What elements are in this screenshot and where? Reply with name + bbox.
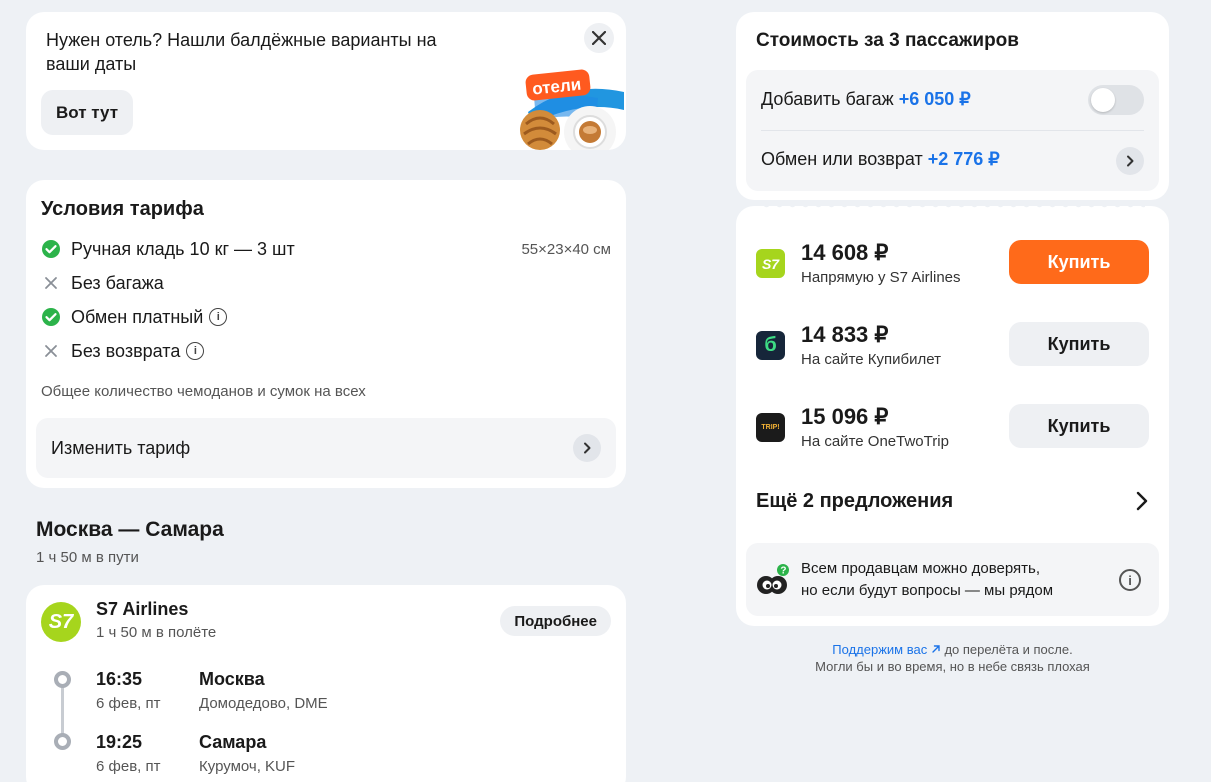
support-link[interactable]: Поддержим вас <box>832 642 941 657</box>
feature-label: Ручная кладь 10 кг — 3 шт <box>71 238 295 259</box>
trust-line-2: но если будут вопросы — мы рядом <box>801 582 1054 599</box>
arrival-city: Самара <box>199 732 267 752</box>
change-tariff-button[interactable]: Изменить тариф <box>36 418 616 478</box>
baggage-price: +6 050 ₽ <box>898 89 971 109</box>
arrival-date: 6 фев, пт <box>96 758 161 775</box>
chevron-right-icon <box>573 434 601 462</box>
onetwotrip-seller-logo: TRIP! <box>756 413 785 442</box>
tariff-title: Условия тарифа <box>41 198 204 220</box>
exchange-refund-row[interactable]: Обмен или возврат +2 776 ₽ <box>761 149 1000 170</box>
departure-date: 6 фев, пт <box>96 695 161 712</box>
hotel-promo-illustration: отели <box>520 69 624 150</box>
tariff-note: Общее количество чемоданов и сумок на вс… <box>41 383 366 400</box>
departure-airport: Домодедово, DME <box>199 695 328 712</box>
arrival-time: 19:25 <box>96 732 143 752</box>
info-icon[interactable]: i <box>186 342 205 360</box>
route-title: Москва — Самара <box>36 518 224 541</box>
exchange-price: +2 776 ₽ <box>927 149 1000 169</box>
cost-card: Стоимость за 3 пассажиров Добавить багаж… <box>736 12 1169 200</box>
kupibilet-seller-logo: б <box>756 331 785 360</box>
buy-button-s7[interactable]: Купить <box>1009 240 1149 284</box>
tariff-card: Условия тарифа Ручная кладь 10 кг — 3 шт… <box>26 180 626 488</box>
exchange-label: Обмен или возврат <box>761 149 923 169</box>
offer-price: 15 096 ₽ <box>801 404 889 429</box>
divider <box>761 130 1144 131</box>
cross-icon <box>41 273 61 293</box>
ticket-perforation <box>760 200 1145 208</box>
info-icon[interactable]: i <box>209 308 228 326</box>
promo-text: Нужен отель? Нашли балдёжные варианты на… <box>46 30 437 74</box>
buy-button-kupibilet[interactable]: Купить <box>1009 322 1149 366</box>
feature-label: Без багажа <box>71 272 164 293</box>
trust-line-1: Всем продавцам можно доверять, <box>801 560 1040 577</box>
feature-refund: Без возврата i <box>41 339 611 363</box>
cross-icon <box>41 341 61 361</box>
details-button[interactable]: Подробнее <box>500 606 611 636</box>
offer-price: 14 608 ₽ <box>801 240 889 265</box>
departure-city: Москва <box>199 669 265 689</box>
chevron-right-icon <box>1136 491 1148 511</box>
svg-text:?: ? <box>780 566 786 577</box>
trust-text: Всем продавцам можно доверять, но если б… <box>801 558 1053 602</box>
close-promo-button[interactable] <box>584 23 614 53</box>
offer-seller: На сайте Купибилет <box>801 351 941 368</box>
departure-time: 16:35 <box>96 669 143 689</box>
support-line-1-rest: до перелёта и после. <box>940 642 1073 657</box>
chevron-right-icon <box>1127 155 1134 167</box>
support-line-2: Могли бы и во время, но в небе связь пло… <box>815 659 1090 674</box>
change-tariff-label: Изменить тариф <box>51 437 191 458</box>
add-baggage-label: Добавить багаж <box>761 89 894 109</box>
check-icon <box>41 239 61 259</box>
more-offers-label: Ещё 2 предложения <box>756 489 954 512</box>
cost-options: Добавить багаж +6 050 ₽ Обмен или возвра… <box>746 70 1159 191</box>
cost-title: Стоимость за 3 пассажиров <box>756 30 1019 51</box>
arrival-dot <box>54 733 71 750</box>
hotel-promo-card: Нужен отель? Нашли балдёжные варианты на… <box>26 12 626 150</box>
flight-segment-card: S7 S7 Airlines 1 ч 50 м в полёте Подробн… <box>26 585 626 782</box>
eyes-mascot-icon: ? <box>757 564 789 594</box>
s7-airline-logo: S7 <box>41 602 81 642</box>
hand-luggage-dimensions: 55×23×40 см <box>521 240 611 258</box>
external-link-icon <box>932 645 940 653</box>
arrival-airport: Курумоч, KUF <box>199 758 296 775</box>
feature-baggage: Без багажа <box>41 271 611 295</box>
feature-exchange: Обмен платный i <box>41 305 611 329</box>
toggle-knob <box>1091 88 1115 112</box>
check-icon <box>41 307 61 327</box>
feature-label: Без возврата <box>71 340 181 361</box>
offers-card: S7 14 608 ₽ Напрямую у S7 Airlines Купит… <box>736 206 1169 626</box>
s7-seller-logo: S7 <box>756 249 785 278</box>
feature-label: Обмен платный <box>71 306 204 327</box>
add-baggage-row: Добавить багаж +6 050 ₽ <box>761 89 971 110</box>
exchange-chevron-button[interactable] <box>1116 147 1144 175</box>
feature-hand-luggage: Ручная кладь 10 кг — 3 шт 55×23×40 см <box>41 237 611 261</box>
close-icon <box>592 31 606 45</box>
offer-price: 14 833 ₽ <box>801 322 889 347</box>
support-line-1: Поддержим вас до перелёта и после. <box>736 641 1169 658</box>
baggage-toggle[interactable] <box>1088 85 1144 115</box>
hotel-promo-button[interactable]: Вот тут <box>41 90 134 135</box>
info-icon[interactable]: i <box>1119 569 1141 591</box>
trust-banner: ? Всем продавцам можно доверять, но если… <box>746 543 1159 616</box>
offer-seller: Напрямую у S7 Airlines <box>801 269 961 286</box>
more-offers-button[interactable]: Ещё 2 предложения <box>756 486 1149 516</box>
airline-name: S7 Airlines <box>96 599 189 619</box>
support-footer: Поддержим вас до перелёта и после. Могли… <box>736 641 1169 675</box>
buy-button-onetwotrip[interactable]: Купить <box>1009 404 1149 448</box>
route-duration: 1 ч 50 м в пути <box>36 549 139 566</box>
flight-duration: 1 ч 50 м в полёте <box>96 624 217 641</box>
offer-seller: На сайте OneTwoTrip <box>801 433 949 450</box>
departure-dot <box>54 671 71 688</box>
